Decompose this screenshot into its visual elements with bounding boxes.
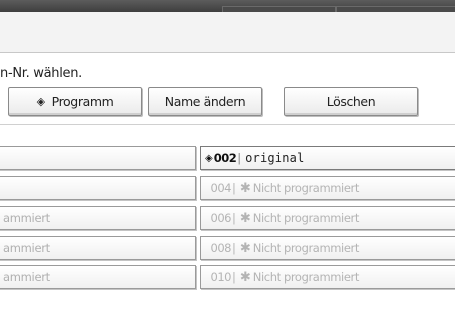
program-row-left[interactable]: ammiert bbox=[0, 236, 196, 260]
rename-button-label: Name ändern bbox=[164, 94, 246, 109]
delete-button[interactable]: Löschen bbox=[284, 87, 418, 116]
title-bar bbox=[0, 12, 455, 53]
program-number: 008 bbox=[210, 241, 232, 255]
rename-button[interactable]: Name ändern bbox=[148, 87, 262, 116]
program-slot-008[interactable]: 008 | ✱ Nicht programmiert bbox=[200, 236, 455, 260]
diamond-icon: ◈ bbox=[205, 152, 213, 164]
separator: | bbox=[232, 270, 236, 284]
program-list-screen: n-Nr. wählen. ◈ Programm Name ändern Lös… bbox=[0, 0, 455, 322]
program-row-label: ammiert bbox=[3, 241, 50, 255]
program-number: 010 bbox=[210, 270, 232, 284]
program-slot-002[interactable]: ◈ 002 | original bbox=[200, 146, 455, 170]
program-button-label: Programm bbox=[51, 94, 114, 109]
program-name: Nicht programmiert bbox=[252, 211, 360, 225]
program-number: 004 bbox=[210, 181, 232, 195]
program-row-left[interactable] bbox=[0, 176, 196, 200]
program-row-label: ammiert bbox=[3, 270, 50, 284]
divider bbox=[0, 124, 455, 125]
program-row-label: ammiert bbox=[3, 211, 50, 225]
program-slot-010[interactable]: 010 | ✱ Nicht programmiert bbox=[200, 265, 455, 289]
separator: | bbox=[237, 151, 242, 165]
program-name: Nicht programmiert bbox=[252, 270, 360, 284]
program-row-left[interactable]: ammiert bbox=[0, 206, 196, 230]
star-icon: ✱ bbox=[239, 210, 251, 226]
program-button[interactable]: ◈ Programm bbox=[8, 87, 142, 116]
delete-button-label: Löschen bbox=[326, 94, 376, 109]
star-icon: ✱ bbox=[239, 240, 251, 256]
star-icon: ✱ bbox=[239, 180, 251, 196]
program-name: Nicht programmiert bbox=[252, 241, 360, 255]
program-slot-006[interactable]: 006 | ✱ Nicht programmiert bbox=[200, 206, 455, 230]
program-row-left[interactable]: ammiert bbox=[0, 265, 196, 289]
program-name: Nicht programmiert bbox=[252, 181, 360, 195]
separator: | bbox=[232, 241, 236, 255]
separator: | bbox=[232, 211, 236, 225]
program-slot-004[interactable]: 004 | ✱ Nicht programmiert bbox=[200, 176, 455, 200]
top-bar bbox=[0, 0, 455, 13]
separator: | bbox=[232, 181, 236, 195]
star-icon: ✱ bbox=[239, 269, 251, 285]
program-number: 002 bbox=[213, 151, 237, 165]
program-number: 006 bbox=[210, 211, 232, 225]
diamond-icon: ◈ bbox=[36, 95, 45, 108]
program-name: original bbox=[245, 151, 305, 165]
program-row-left[interactable] bbox=[0, 146, 196, 170]
instruction-text: n-Nr. wählen. bbox=[0, 66, 82, 81]
